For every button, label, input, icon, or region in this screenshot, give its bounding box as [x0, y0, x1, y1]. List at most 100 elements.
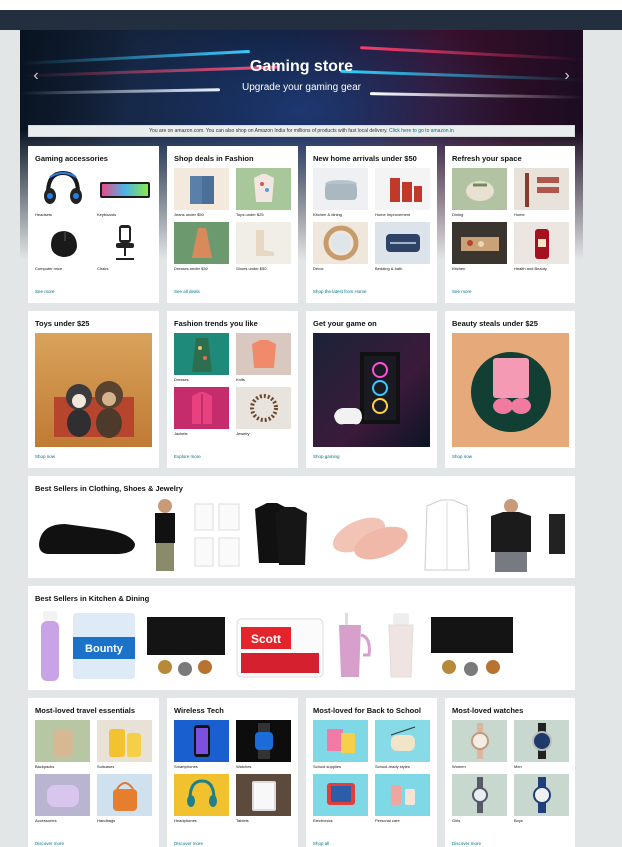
grid-item-keyboards[interactable]: Keyboards	[97, 168, 152, 222]
grid-item-kitchen[interactable]: Kitchen	[452, 222, 507, 276]
discover-more-link[interactable]: Discover more	[452, 841, 481, 846]
card-title: Wireless Tech	[174, 706, 224, 715]
toys-image[interactable]	[35, 333, 152, 447]
ballet-shoes-product[interactable]	[325, 496, 411, 574]
grid-item-computer-mice[interactable]: Computer mice	[35, 222, 90, 276]
shop-now-link[interactable]: Shop now	[452, 454, 472, 459]
card-title: Most-loved for Back to School	[313, 706, 421, 715]
beauty-image[interactable]	[452, 333, 569, 447]
clog-product[interactable]	[35, 496, 139, 574]
keyboard-image	[97, 168, 152, 210]
tumbler-pink-product[interactable]	[331, 606, 375, 684]
item-caption: Handbags	[97, 818, 116, 823]
coffee-pods-product-2[interactable]	[427, 606, 517, 684]
discover-more-link[interactable]: Discover more	[174, 841, 203, 846]
see-more-link[interactable]: See more	[35, 289, 55, 294]
explore-more-link[interactable]: Explore more	[174, 454, 201, 459]
item-caption: Jackets	[174, 431, 188, 436]
top-product[interactable]	[145, 496, 185, 574]
grid-item-backpacks[interactable]: Backpacks	[35, 720, 90, 774]
item-caption: Health and Beauty	[514, 266, 547, 271]
tshirt-pack-product[interactable]	[191, 496, 243, 574]
discover-more-link[interactable]: Discover more	[35, 841, 64, 846]
tumbler-white-product[interactable]	[381, 606, 421, 684]
grid-item-girls[interactable]: Girls	[452, 774, 507, 828]
chevron-left-icon[interactable]: ‹	[28, 66, 44, 86]
grid-item-kitchen-dining[interactable]: Kitchen & dining	[313, 168, 368, 222]
item-caption: Décor	[313, 266, 324, 271]
item-caption: Headphones	[174, 818, 197, 823]
card-home-arrivals: New home arrivals under $50 Kitchen & di…	[306, 146, 437, 303]
grid-item-smartphones[interactable]: Smartphones	[174, 720, 229, 774]
grid-item-electronics[interactable]: Electronics	[313, 774, 368, 828]
item-caption: Chairs	[97, 266, 109, 271]
grid-item-dresses[interactable]: Dresses under $30	[174, 222, 229, 276]
grid-item-men[interactable]: Men	[514, 720, 569, 774]
grid-item-school-styles[interactable]: School-ready styles	[375, 720, 430, 774]
black-tshirt-pack-product[interactable]	[249, 496, 319, 574]
bottle-product[interactable]	[35, 606, 65, 684]
grid-item-suitcases[interactable]: Suitcases	[97, 720, 152, 774]
item-caption: Kitchen	[452, 266, 466, 271]
grid-item-knits[interactable]: Knits	[236, 333, 291, 387]
scott-product[interactable]: Scott	[235, 606, 325, 684]
bestsellers-kitchen-carousel: Best Sellers in Kitchen & Dining Bounty …	[28, 586, 575, 690]
card-title: Get your game on	[313, 319, 377, 328]
partial-product[interactable]	[545, 496, 565, 574]
grid-item-dresses[interactable]: Dresses	[174, 333, 229, 387]
item-caption: Suitcases	[97, 764, 115, 769]
see-more-link[interactable]: See more	[452, 289, 472, 294]
grid-item-headsets[interactable]: Headsets	[35, 168, 90, 222]
canisters-image	[375, 168, 430, 210]
headset-image	[35, 168, 90, 210]
shop-home-link[interactable]: Shop the latest from Home	[313, 289, 367, 294]
grid-item-boys[interactable]: Boys	[514, 774, 569, 828]
grid-item-watches[interactable]: Watches	[236, 720, 291, 774]
item-caption: Dining	[452, 212, 464, 217]
grid-item-health-beauty[interactable]: Health and Beauty	[514, 222, 569, 276]
shop-all-link[interactable]: Shop all	[313, 841, 329, 846]
grid-item-handbags[interactable]: Handbags	[97, 774, 152, 828]
grid-item-personal-care[interactable]: Personal care	[375, 774, 430, 828]
card-travel-essentials: Most-loved travel essentials Backpacks S…	[28, 698, 159, 847]
grid-item-home[interactable]: Home	[514, 168, 569, 222]
see-all-deals-link[interactable]: See all deals	[174, 289, 200, 294]
grid-item-tops[interactable]: Tops under $25	[236, 168, 291, 222]
card-title: Beauty steals under $25	[452, 319, 538, 328]
grid-item-accessories[interactable]: Accessories	[35, 774, 90, 828]
grid-item-shoes[interactable]: Shoes under $50	[236, 222, 291, 276]
item-caption: Watches	[236, 764, 252, 769]
grid-item-chairs[interactable]: Chairs	[97, 222, 152, 276]
chevron-right-icon[interactable]: ›	[559, 66, 575, 86]
sweatshirt-product[interactable]	[483, 496, 539, 574]
grid-item-tablets[interactable]: Tablets	[236, 774, 291, 828]
bounty-label: Bounty	[85, 643, 124, 655]
product-strip: Bounty Scott	[35, 606, 517, 684]
kitchen-image	[452, 222, 507, 264]
item-caption: Computer mice	[35, 266, 63, 271]
bounty-product[interactable]: Bounty	[71, 606, 137, 684]
card-toys: Toys under $25 Shop now	[28, 311, 159, 468]
grid-item-school-supplies[interactable]: School supplies	[313, 720, 368, 774]
dress-shirt-product[interactable]	[417, 496, 477, 574]
grid-item-jeans[interactable]: Jeans under $50	[174, 168, 229, 222]
card-title: Gaming accessories	[35, 154, 108, 163]
grid-item-women[interactable]: Women	[452, 720, 507, 774]
pouch-image	[35, 774, 90, 816]
grid-item-decor[interactable]: Décor	[313, 222, 368, 276]
coffee-pods-product[interactable]	[143, 606, 229, 684]
grid-item-jackets[interactable]: Jackets	[174, 387, 229, 441]
grid-item-dining[interactable]: Dining	[452, 168, 507, 222]
supplies-image	[313, 720, 368, 762]
grid-item-jewelry[interactable]: Jewelry	[236, 387, 291, 441]
dress-image	[174, 222, 229, 264]
mouse-image	[35, 222, 90, 264]
item-caption: Backpacks	[35, 764, 55, 769]
grid-item-home-improvement[interactable]: Home Improvement	[375, 168, 430, 222]
grid-item-headphones[interactable]: Headphones	[174, 774, 229, 828]
shop-gaming-link[interactable]: Shop gaming	[313, 454, 340, 459]
amazon-in-link[interactable]: Click here to go to amazon.in	[389, 128, 454, 134]
grid-item-bedding-bath[interactable]: Bedding & bath	[375, 222, 430, 276]
shop-now-link[interactable]: Shop now	[35, 454, 55, 459]
gaming-pc-image[interactable]	[313, 333, 430, 447]
